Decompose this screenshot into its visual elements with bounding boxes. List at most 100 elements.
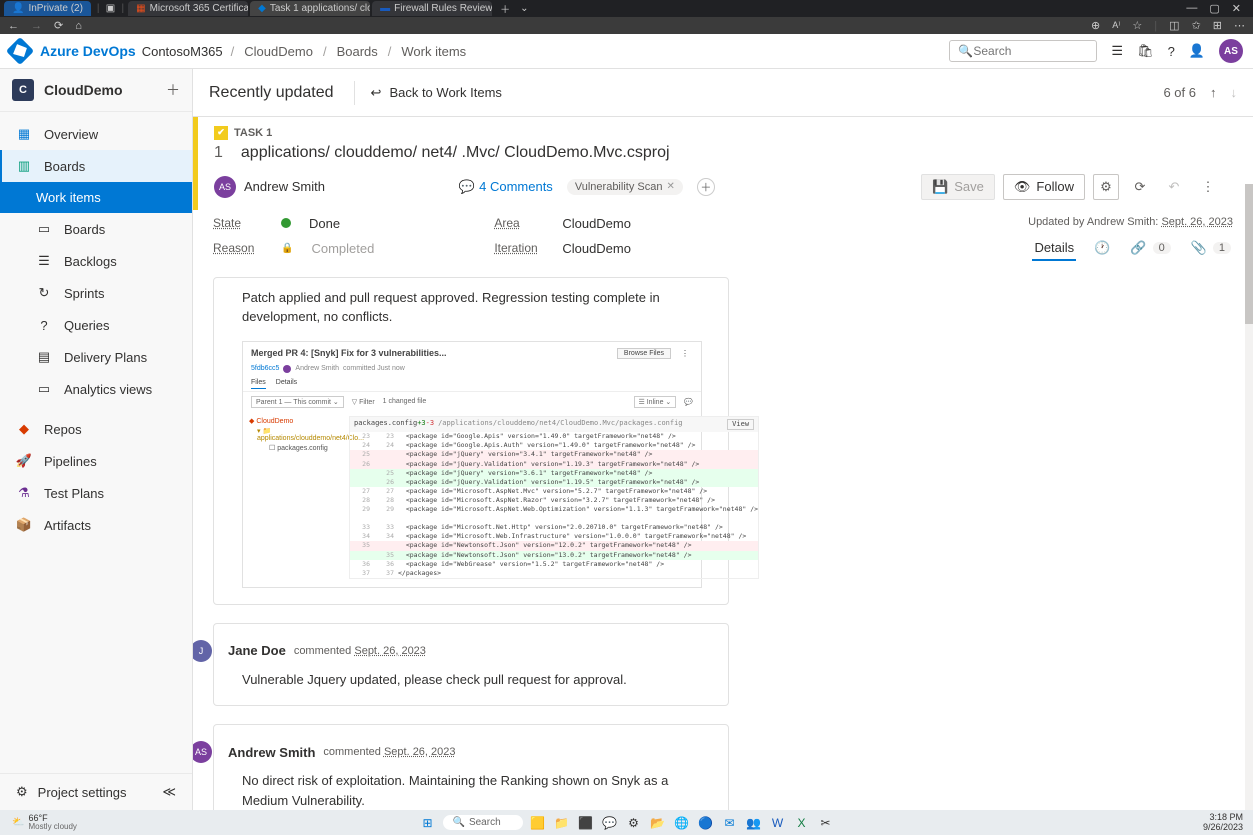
window-close[interactable]: ✕ <box>1232 2 1241 15</box>
collapse-icon[interactable]: ≪ <box>162 784 176 800</box>
sidebar-item-overview[interactable]: ▦Overview <box>0 118 192 150</box>
breadcrumb-item[interactable]: Boards <box>337 44 378 59</box>
breadcrumb-item[interactable]: Work items <box>401 44 466 59</box>
list-icon[interactable]: ☰ <box>1111 43 1123 59</box>
help-icon[interactable]: ? <box>1168 44 1175 59</box>
task-icon[interactable]: 🌐 <box>673 814 691 832</box>
task-icon[interactable]: ⬛ <box>577 814 595 832</box>
task-icon[interactable]: 👥 <box>745 814 763 832</box>
avatar: AS <box>214 176 236 198</box>
add-icon[interactable]: ＋ <box>166 80 180 100</box>
tag-chip[interactable]: Vulnerability Scan✕ <box>567 179 683 195</box>
favorites-bar-icon[interactable]: ✩ <box>1192 19 1201 32</box>
scrollbar[interactable] <box>1245 184 1253 810</box>
refresh-icon[interactable]: ⟳ <box>54 19 63 32</box>
task-icon[interactable]: 📂 <box>649 814 667 832</box>
new-tab-button[interactable]: ＋ <box>494 1 516 16</box>
inprivate-icon: 👤 <box>12 3 24 14</box>
gear-icon: ⚙ <box>16 784 28 800</box>
marketplace-icon[interactable]: 🛍 <box>1137 43 1154 59</box>
taskbar-clock[interactable]: 3:18 PM 9/26/2023 <box>1203 813 1247 833</box>
sidebar-item-boards[interactable]: ▭Boards <box>0 213 192 245</box>
user-settings-icon[interactable]: 👤 <box>1189 43 1205 59</box>
sidebar-item-testplans[interactable]: ⚗Test Plans <box>0 477 192 509</box>
tab-attachments[interactable]: 📎1 <box>1189 236 1233 260</box>
sidebar-item-repos[interactable]: ◆Repos <box>0 413 192 445</box>
sidebar-item-boards-hub[interactable]: ▥Boards <box>0 150 192 182</box>
home-icon[interactable]: ⌂ <box>75 20 82 32</box>
taskbar-search[interactable]: 🔍Search <box>443 815 523 830</box>
window-maximize[interactable]: ▢ <box>1209 2 1219 15</box>
sidebar-item-queries[interactable]: ?Queries <box>0 309 192 341</box>
start-icon[interactable]: ⊞ <box>419 814 437 832</box>
tab-overflow-button[interactable]: ⌄ <box>516 3 532 14</box>
window-minimize[interactable]: — <box>1186 2 1197 15</box>
tab-history[interactable]: 🕐 <box>1092 236 1112 260</box>
save-button[interactable]: 💾Save <box>921 174 995 200</box>
gear-icon[interactable]: ⚙ <box>1093 174 1119 200</box>
browser-tab[interactable]: ◆Task 1 applications/ clouddemo✕ <box>250 1 370 16</box>
next-item-icon[interactable]: ↓ <box>1231 85 1238 100</box>
forward-icon[interactable]: → <box>31 20 42 32</box>
split-icon[interactable]: ◫ <box>1169 19 1179 32</box>
task-icon[interactable]: ⚙ <box>625 814 643 832</box>
task-icon[interactable]: X <box>793 814 811 832</box>
extensions-icon[interactable]: ⊞ <box>1213 19 1222 32</box>
sidebar-item-workitems[interactable]: Work items <box>0 182 192 213</box>
task-icon[interactable]: ✉ <box>721 814 739 832</box>
tab-details[interactable]: Details <box>1032 236 1076 261</box>
sidebar-item-artifacts[interactable]: 📦Artifacts <box>0 509 192 541</box>
testplans-icon: ⚗ <box>16 485 32 501</box>
view-title[interactable]: Recently updated <box>209 84 334 102</box>
work-item-title[interactable]: applications/ clouddemo/ net4/ .Mvc/ Clo… <box>241 144 670 162</box>
refresh-icon[interactable]: ⟳ <box>1127 174 1153 200</box>
tabs-icon[interactable]: ▣ <box>104 2 118 16</box>
area-value[interactable]: CloudDemo <box>562 216 631 231</box>
sidebar-item-backlogs[interactable]: ☰Backlogs <box>0 245 192 277</box>
tab-links[interactable]: 🔗0 <box>1128 236 1172 260</box>
task-icon[interactable]: 🔵 <box>697 814 715 832</box>
content-area: Recently updated ↩ Back to Work Items 6 … <box>193 69 1253 810</box>
search-input[interactable]: 🔍 <box>949 40 1097 62</box>
sidebar-item-pipelines[interactable]: 🚀Pipelines <box>0 445 192 477</box>
task-icon[interactable]: 🟨 <box>529 814 547 832</box>
sidebar-item-delivery-plans[interactable]: ▤Delivery Plans <box>0 341 192 373</box>
project-settings[interactable]: ⚙ Project settings ≪ <box>0 773 192 810</box>
position-label: 6 of 6 <box>1163 85 1196 100</box>
undo-icon[interactable]: ↶ <box>1161 174 1187 200</box>
zoom-icon[interactable]: ⊕ <box>1091 19 1100 32</box>
browser-tab[interactable]: ▬Firewall Rules Review 26/09/20✕ <box>372 1 492 16</box>
favorite-icon[interactable]: ☆ <box>1132 19 1142 32</box>
browser-tab[interactable]: 👤InPrivate (2) <box>4 1 91 16</box>
comments-link[interactable]: 💬 4 Comments <box>459 179 553 195</box>
sidebar-item-analytics[interactable]: ▭Analytics views <box>0 373 192 405</box>
brand-label[interactable]: Azure DevOps <box>40 43 136 59</box>
task-icon[interactable]: W <box>769 814 787 832</box>
breadcrumb-item[interactable]: CloudDemo <box>244 44 313 59</box>
more-icon[interactable]: ⋮ <box>1195 174 1221 200</box>
remove-tag-icon[interactable]: ✕ <box>666 181 674 192</box>
state-value[interactable]: Done <box>309 216 340 231</box>
avatar[interactable]: AS <box>1219 39 1243 63</box>
back-icon[interactable]: ← <box>8 20 19 32</box>
weather-widget[interactable]: ⛅ 66°F Mostly cloudy <box>6 814 83 831</box>
prev-item-icon[interactable]: ↑ <box>1210 85 1217 100</box>
follow-button[interactable]: 👁Follow <box>1003 174 1085 200</box>
iteration-value[interactable]: CloudDemo <box>562 241 631 256</box>
project-name[interactable]: CloudDemo <box>44 82 156 98</box>
add-tag-button[interactable]: ＋ <box>697 178 715 196</box>
task-icon[interactable]: ✂ <box>817 814 835 832</box>
browser-tab[interactable]: ▦Microsoft 365 Certification - Sec✕ <box>128 1 248 16</box>
assigned-to[interactable]: AS Andrew Smith <box>214 176 325 198</box>
sidebar-item-sprints[interactable]: ↻Sprints <box>0 277 192 309</box>
task-icon[interactable]: 📁 <box>553 814 571 832</box>
back-to-work-items[interactable]: ↩ Back to Work Items <box>354 81 502 105</box>
task-icon[interactable]: 💬 <box>601 814 619 832</box>
ado-header: Azure DevOps ContosoM365 /CloudDemo /Boa… <box>0 34 1253 69</box>
reason-value: Completed <box>311 241 374 256</box>
read-aloud-icon[interactable]: A⁾ <box>1112 20 1120 31</box>
more-icon[interactable]: ⋯ <box>1234 19 1245 32</box>
azure-devops-logo-icon[interactable] <box>6 37 34 65</box>
org-name[interactable]: ContosoM365 <box>142 44 223 59</box>
comment-author: Jane Doe <box>228 643 286 658</box>
